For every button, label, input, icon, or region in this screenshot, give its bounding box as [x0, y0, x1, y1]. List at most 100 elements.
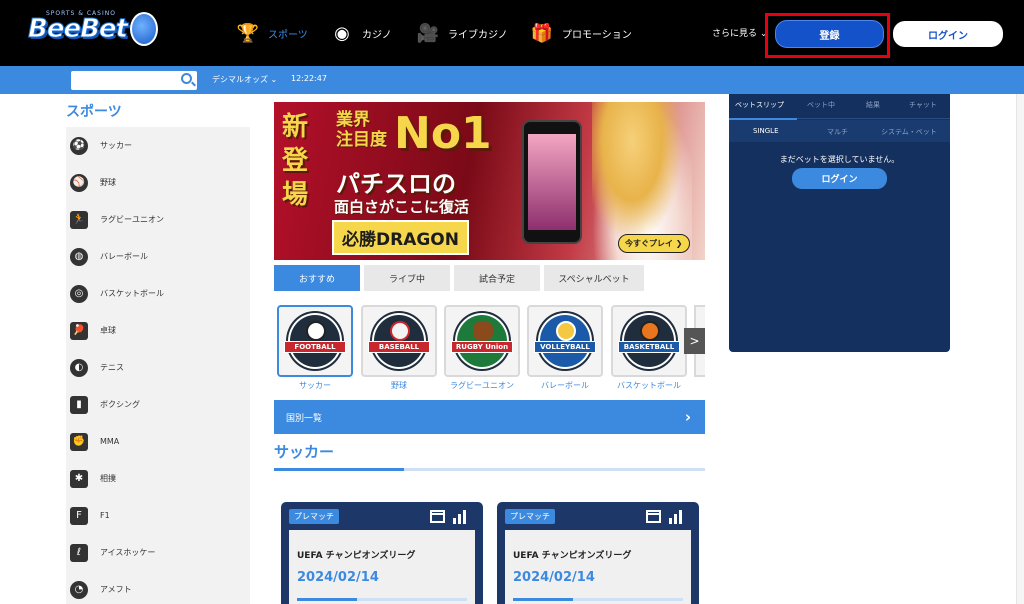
sport-card-basketball[interactable]: BASKETBALL — [611, 305, 687, 377]
promo-banner[interactable]: 新登場 業界 注目度 No1 パチスロの 面白さがここに復活 必勝DRAGON … — [274, 102, 705, 260]
mode-system-bet[interactable]: システム・ベット — [881, 127, 937, 137]
match-progress-fill — [513, 598, 573, 601]
emblem-text: VOLLEYBALL — [534, 341, 596, 353]
sidebar-item-volleyball[interactable]: ◍ バレーボール — [66, 238, 250, 275]
sidebar-item-baseball[interactable]: ⚾ 野球 — [66, 164, 250, 201]
live-casino-icon: 🎥 — [416, 22, 440, 44]
search-input[interactable] — [71, 71, 197, 90]
sport-card-rugby[interactable]: RUGBY Union — [444, 305, 520, 377]
nav-promotion-label: プロモーション — [562, 29, 632, 41]
stats-icon[interactable] — [453, 510, 469, 524]
sidebar-item-mma[interactable]: ✊ MMA — [66, 423, 250, 460]
bet-slip-empty-message: まだベットを選択していません。 — [779, 155, 900, 164]
window-icon[interactable] — [646, 510, 661, 523]
basketball-icon: ◎ — [70, 284, 88, 303]
tab-special-bets[interactable]: スペシャルベット — [544, 265, 644, 291]
bet-slip-tabs: ベットスリップ ベット中 結果 チャット — [729, 94, 950, 118]
tab-active-bets[interactable]: ベット中 — [807, 100, 835, 110]
sport-card-label: バレーボール — [541, 381, 589, 390]
match-card[interactable]: プレマッチ UEFA チャンピオンズリーグ 2024/02/14 — [497, 502, 699, 604]
table-tennis-icon: 🏓 — [70, 321, 88, 340]
sport-card-baseball[interactable]: BASEBALL — [361, 305, 437, 377]
sidebar-item-table-tennis[interactable]: 🏓 卓球 — [66, 312, 250, 349]
trophy-icon: 🏆 — [236, 22, 260, 44]
tab-live[interactable]: ライブ中 — [364, 265, 450, 291]
soccer-ball-icon — [306, 321, 326, 341]
play-now-button[interactable]: 今すぐプレイ ❯ — [618, 234, 690, 253]
match-progress-fill — [297, 598, 357, 601]
sidebar-item-sumo[interactable]: ✱ 相撲 — [66, 460, 250, 497]
basketball-emblem-icon: BASKETBALL — [618, 313, 680, 369]
sport-card-label: ラグビーユニオン — [450, 381, 514, 390]
sidebar-item-boxing[interactable]: ▮ ボクシング — [66, 386, 250, 423]
baseball-icon — [390, 321, 410, 341]
tab-results[interactable]: 結果 — [866, 100, 880, 110]
tab-recommended[interactable]: おすすめ — [274, 265, 360, 291]
phone-image — [522, 120, 582, 244]
logo-brand-name: BeeBet — [28, 14, 129, 45]
match-card-header: プレマッチ — [497, 502, 699, 530]
tab-bet-slip[interactable]: ベットスリップ — [735, 100, 784, 110]
sidebar-item-basketball[interactable]: ◎ バスケットボール — [66, 275, 250, 312]
banner-new-text: 新登場 — [282, 112, 309, 210]
stats-icon[interactable] — [669, 510, 685, 524]
more-menu[interactable]: さらに見る ⌄ — [712, 26, 767, 39]
section-divider — [274, 468, 705, 471]
bet-slip-login-button[interactable]: ログイン — [792, 168, 887, 189]
match-date: 2024/02/14 — [513, 570, 595, 585]
sidebar-item-f1[interactable]: F F1 — [66, 497, 250, 534]
sidebar-item-tennis[interactable]: ◐ テニス — [66, 349, 250, 386]
window-icon[interactable] — [430, 510, 445, 523]
banner-sub-text: 面白さがここに復活 — [334, 198, 470, 216]
nav-promotion[interactable]: 🎁 プロモーション — [530, 20, 632, 46]
sidebar-item-label: ボクシング — [100, 400, 140, 409]
tab-chat[interactable]: チャット — [909, 100, 937, 110]
sidebar-item-label: MMA — [100, 437, 120, 446]
volleyball-emblem-icon: VOLLEYBALL — [534, 313, 596, 369]
mode-multi[interactable]: マルチ — [827, 127, 848, 137]
sport-card-soccer[interactable]: FOOTBALL — [277, 305, 353, 377]
nav-sports-label: スポーツ — [268, 29, 308, 41]
page-scrollbar[interactable] — [1016, 94, 1024, 604]
emblem-text: RUGBY Union — [451, 341, 513, 353]
match-progress — [297, 598, 467, 601]
search-icon[interactable] — [181, 73, 192, 84]
nav-casino[interactable]: ◉ カジノ — [330, 20, 392, 46]
match-card[interactable]: プレマッチ UEFA チャンピオンズリーグ 2024/02/14 — [281, 502, 483, 604]
match-league: UEFA チャンピオンズリーグ — [297, 551, 416, 561]
sidebar-item-american-football[interactable]: ◔ アメフト — [66, 571, 250, 604]
section-title: サッカー — [274, 443, 335, 461]
sidebar-item-label: テニス — [100, 363, 124, 372]
sidebar-item-label: F1 — [100, 511, 110, 520]
glove-icon: ✊ — [70, 432, 88, 451]
tennis-ball-icon: ◐ — [70, 358, 88, 377]
tab-upcoming[interactable]: 試合予定 — [454, 265, 540, 291]
phone-screen — [528, 134, 576, 230]
beebet-logo[interactable]: SPORTS & CASINO BeeBet — [14, 10, 158, 54]
football-helmet-icon: ◔ — [70, 580, 88, 599]
sport-card-volleyball[interactable]: VOLLEYBALL — [527, 305, 603, 377]
nav-sports[interactable]: 🏆 スポーツ — [236, 20, 308, 46]
header-login-button[interactable]: ログイン — [893, 21, 1003, 47]
sidebar-item-label: 卓球 — [100, 326, 116, 335]
sumo-icon: ✱ — [70, 469, 88, 488]
sidebar-item-ice-hockey[interactable]: ℓ アイスホッケー — [66, 534, 250, 571]
match-league: UEFA チャンピオンズリーグ — [513, 551, 632, 561]
sidebar-item-rugby[interactable]: 🏃 ラグビーユニオン — [66, 201, 250, 238]
country-list-bar[interactable]: 国別一覧 › — [274, 400, 705, 434]
baseball-icon: ⚾ — [70, 173, 88, 192]
sidebar-item-label: アイスホッケー — [100, 548, 156, 557]
odds-format-select[interactable]: デシマルオッズ ⌄ — [212, 74, 277, 85]
carousel-next-icon[interactable]: > — [684, 328, 705, 354]
banner-no1-text: No1 — [394, 108, 492, 159]
basketball-icon — [640, 321, 660, 341]
sports-sidebar: ⚽ サッカー ⚾ 野球 🏃 ラグビーユニオン ◍ バレーボール ◎ バスケットボ… — [66, 127, 250, 604]
top-header: SPORTS & CASINO BeeBet 🏆 スポーツ ◉ カジノ 🎥 ライ… — [0, 0, 1024, 66]
nav-live-casino[interactable]: 🎥 ライブカジノ — [416, 20, 508, 46]
register-button[interactable]: 登録 — [775, 20, 884, 48]
sidebar-title: スポーツ — [66, 104, 122, 120]
country-list-label: 国別一覧 — [286, 414, 323, 424]
hockey-stick-icon: ℓ — [70, 543, 88, 562]
mode-single[interactable]: SINGLE — [753, 127, 779, 135]
sidebar-item-soccer[interactable]: ⚽ サッカー — [66, 127, 250, 164]
